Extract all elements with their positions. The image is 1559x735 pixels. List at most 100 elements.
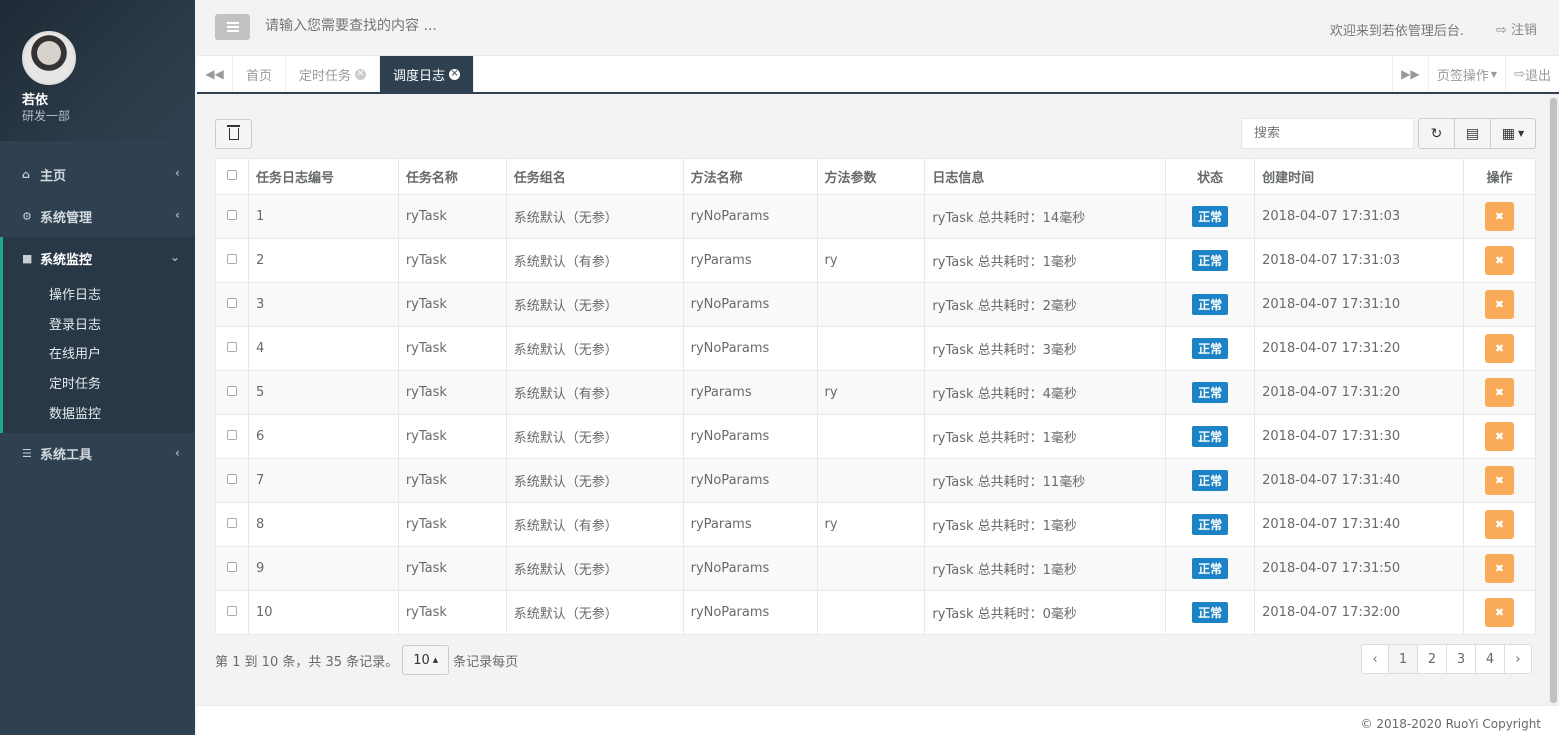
- table-row[interactable]: 1 ryTask 系统默认（无参） ryNoParams ryTask 总共耗时：14毫…: [215, 194, 1537, 239]
- close-icon: ✖: [1494, 518, 1505, 531]
- status-badge: 正常: [1192, 470, 1229, 491]
- tab-home[interactable]: 首页: [233, 56, 287, 92]
- content-scrollbar[interactable]: [1548, 94, 1559, 705]
- column-header[interactable]: 任务日志编号: [247, 158, 399, 195]
- delete-row-button[interactable]: ✖: [1484, 290, 1514, 319]
- tabs-scroll-left-button[interactable]: ◀◀: [197, 56, 233, 92]
- row-checkbox-cell[interactable]: [215, 458, 249, 503]
- sidebar-item-system-admin[interactable]: ⚙ 系统管理 ‹: [0, 195, 195, 237]
- table-row[interactable]: 8 ryTask 系统默认（有参） ryParams ry ryTask 总共耗时：1毫秒…: [215, 502, 1537, 547]
- toggle-view-button[interactable]: ▤: [1455, 119, 1491, 148]
- row-checkbox-cell[interactable]: [215, 502, 249, 547]
- select-all-checkbox[interactable]: [226, 170, 237, 180]
- logout-link[interactable]: ⇨ 注销: [1496, 19, 1537, 38]
- close-icon: ✖: [1494, 606, 1505, 619]
- column-header[interactable]: 任务组名: [505, 158, 684, 195]
- row-checkbox-cell[interactable]: [215, 590, 249, 635]
- row-checkbox[interactable]: [226, 430, 237, 440]
- close-icon[interactable]: ×: [355, 68, 367, 80]
- row-checkbox-cell[interactable]: [215, 546, 249, 591]
- table-row[interactable]: 7 ryTask 系统默认（无参） ryNoParams ryTask 总共耗时：11毫…: [215, 458, 1537, 503]
- user-name[interactable]: 若依: [22, 89, 48, 108]
- row-checkbox[interactable]: [226, 298, 237, 308]
- delete-row-button[interactable]: ✖: [1484, 598, 1514, 627]
- cell-name: ryTask: [397, 326, 507, 371]
- row-checkbox[interactable]: [226, 210, 237, 220]
- table-row[interactable]: 9 ryTask 系统默认（无参） ryNoParams ryTask 总共耗时：1毫秒…: [215, 546, 1537, 591]
- row-checkbox[interactable]: [226, 474, 237, 484]
- delete-row-button[interactable]: ✖: [1484, 422, 1514, 451]
- page-size-select[interactable]: 10 ▲: [402, 645, 450, 675]
- close-icon[interactable]: ×: [449, 68, 461, 80]
- row-checkbox[interactable]: [226, 386, 237, 396]
- page-button-1[interactable]: 1: [1388, 644, 1418, 674]
- cell-actions: ✖: [1462, 414, 1537, 459]
- tab-scheduled-tasks[interactable]: 定时任务 ×: [286, 56, 381, 92]
- delete-button[interactable]: [215, 119, 252, 149]
- exit-button[interactable]: ⇨ 退出: [1505, 56, 1559, 92]
- row-checkbox[interactable]: [226, 518, 237, 528]
- sidebar-item-system-tools[interactable]: ☰ 系统工具 ‹: [0, 433, 195, 475]
- refresh-button[interactable]: ↻: [1419, 119, 1455, 148]
- sidebar-item-system-monitor[interactable]: ■ 系统监控 ⌄: [0, 237, 195, 279]
- sidebar-subitem-data-monitor[interactable]: 数据监控: [3, 397, 195, 427]
- page-ops-dropdown[interactable]: 页签操作 ▼: [1427, 56, 1505, 92]
- table-row[interactable]: 4 ryTask 系统默认（无参） ryNoParams ryTask 总共耗时：3毫秒…: [215, 326, 1537, 371]
- cell-method: ryParams: [682, 502, 818, 547]
- column-header[interactable]: 日志信息: [924, 158, 1167, 195]
- pagination-summary: 第 1 到 10 条，共 35 条记录。: [215, 654, 399, 670]
- row-checkbox[interactable]: [226, 562, 237, 572]
- global-search-input[interactable]: [265, 18, 665, 34]
- table-row[interactable]: 3 ryTask 系统默认（无参） ryNoParams ryTask 总共耗时：2毫秒…: [215, 282, 1537, 327]
- page-button-4[interactable]: 4: [1475, 644, 1505, 674]
- sidebar-subitem-login-log[interactable]: 登录日志: [3, 309, 195, 339]
- table-search-input[interactable]: [1241, 118, 1414, 149]
- delete-row-button[interactable]: ✖: [1484, 510, 1514, 539]
- sidebar-subitem-online-users[interactable]: 在线用户: [3, 338, 195, 368]
- avatar[interactable]: [22, 31, 76, 85]
- row-checkbox-cell[interactable]: [215, 414, 249, 459]
- delete-row-button[interactable]: ✖: [1484, 378, 1514, 407]
- columns-dropdown-button[interactable]: ▦ ▼: [1491, 119, 1535, 148]
- sidebar-item-home[interactable]: ⌂ 主页 ‹: [0, 153, 195, 195]
- row-checkbox-cell[interactable]: [215, 238, 249, 283]
- next-page-button[interactable]: ›: [1504, 644, 1532, 674]
- table-row[interactable]: 6 ryTask 系统默认（无参） ryNoParams ryTask 总共耗时：1毫秒…: [215, 414, 1537, 459]
- select-all-checkbox-cell[interactable]: [215, 158, 249, 195]
- delete-row-button[interactable]: ✖: [1484, 202, 1514, 231]
- delete-row-button[interactable]: ✖: [1484, 554, 1514, 583]
- prev-page-button[interactable]: ‹: [1361, 644, 1389, 674]
- row-checkbox-cell[interactable]: [215, 326, 249, 371]
- column-header[interactable]: 方法参数: [816, 158, 926, 195]
- page-button-2[interactable]: 2: [1417, 644, 1447, 674]
- delete-row-button[interactable]: ✖: [1484, 334, 1514, 363]
- tabs-scroll-right-button[interactable]: ▶▶: [1391, 56, 1428, 92]
- row-checkbox[interactable]: [226, 606, 237, 616]
- column-header[interactable]: 状态: [1165, 158, 1256, 195]
- table-row[interactable]: 10 ryTask 系统默认（无参） ryNoParams ryTask 总共耗时：0毫…: [215, 590, 1537, 635]
- scrollbar-thumb[interactable]: [1550, 98, 1557, 703]
- close-icon: ✖: [1494, 474, 1505, 487]
- row-checkbox-cell[interactable]: [215, 370, 249, 415]
- table-row[interactable]: 5 ryTask 系统默认（有参） ryParams ry ryTask 总共耗时：4毫秒…: [215, 370, 1537, 415]
- cell-actions: ✖: [1462, 238, 1537, 283]
- sidebar-subitem-scheduled-tasks[interactable]: 定时任务: [3, 368, 195, 398]
- row-checkbox-cell[interactable]: [215, 282, 249, 327]
- column-header[interactable]: 创建时间: [1254, 158, 1464, 195]
- column-header[interactable]: 任务名称: [397, 158, 507, 195]
- row-checkbox-cell[interactable]: [215, 194, 249, 239]
- delete-row-button[interactable]: ✖: [1484, 246, 1514, 275]
- menu-toggle-button[interactable]: [215, 14, 250, 40]
- row-checkbox[interactable]: [226, 254, 237, 264]
- table-row[interactable]: 2 ryTask 系统默认（有参） ryParams ry ryTask 总共耗时：1毫秒…: [215, 238, 1537, 283]
- page-ops-label: 页签操作: [1436, 68, 1489, 84]
- welcome-text: 欢迎来到若依管理后台.: [1329, 24, 1464, 39]
- sidebar-subitem-operation-log[interactable]: 操作日志: [3, 279, 195, 309]
- tab-job-log[interactable]: 调度日志 ×: [380, 56, 475, 92]
- cell-id: 4: [247, 326, 399, 371]
- page-button-3[interactable]: 3: [1446, 644, 1476, 674]
- row-checkbox[interactable]: [226, 342, 237, 352]
- close-icon: ✖: [1494, 210, 1505, 223]
- delete-row-button[interactable]: ✖: [1484, 466, 1514, 495]
- column-header[interactable]: 方法名称: [682, 158, 818, 195]
